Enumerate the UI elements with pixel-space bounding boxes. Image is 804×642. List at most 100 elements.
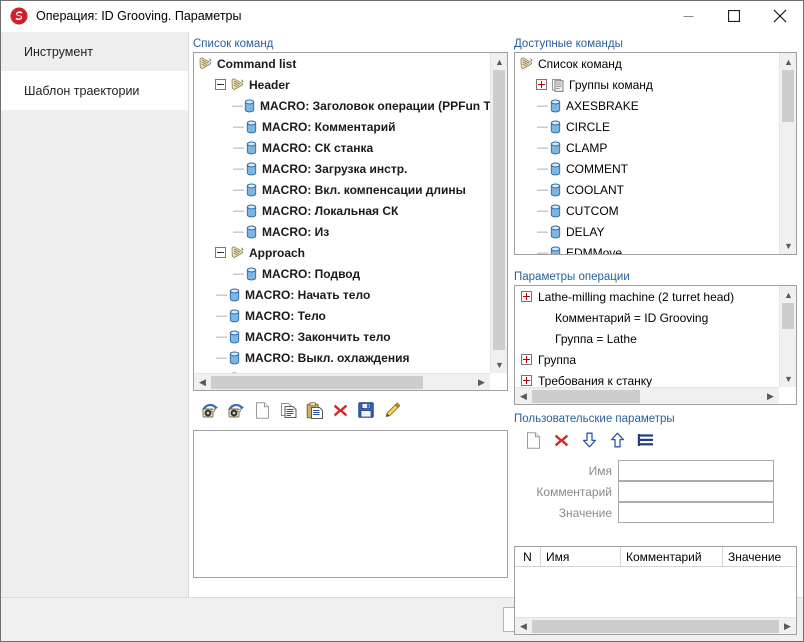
tree-row[interactable]: —MACRO: СК станка: [194, 137, 490, 158]
scroll-right-icon[interactable]: ▶: [779, 618, 796, 635]
list-lines-button[interactable]: [631, 428, 659, 452]
scroll-thumb[interactable]: [782, 70, 794, 122]
field-input-name[interactable]: [618, 460, 774, 481]
tree-row[interactable]: —MACRO: Начать тело: [194, 284, 490, 305]
expand-icon[interactable]: [521, 375, 532, 386]
paste-button[interactable]: [301, 398, 327, 422]
scroll-up-icon[interactable]: ▲: [491, 53, 508, 70]
field-input-comment[interactable]: [618, 481, 774, 502]
collapse-icon[interactable]: [215, 79, 226, 90]
scroll-up-icon[interactable]: ▲: [780, 286, 797, 303]
tree-row[interactable]: Lathe-milling machine (2 turret head): [515, 286, 779, 307]
tree-row[interactable]: Header: [194, 74, 490, 95]
hscroll-thumb[interactable]: [211, 376, 423, 389]
grid-column-header[interactable]: Значение: [723, 547, 796, 566]
command-preview-box[interactable]: [193, 430, 508, 578]
copy-button[interactable]: [275, 398, 301, 422]
scroll-down-icon[interactable]: ▼: [491, 356, 508, 373]
scroll-left-icon[interactable]: ◀: [194, 374, 211, 391]
grid-body[interactable]: [515, 567, 796, 617]
tree-row[interactable]: —MACRO: Вкл. компенсации длины: [194, 179, 490, 200]
scroll-thumb[interactable]: [493, 70, 505, 350]
hscroll-track[interactable]: [211, 374, 473, 391]
tree-row[interactable]: —EDMMove: [515, 242, 779, 254]
sidebar-item-instrument[interactable]: Инструмент: [1, 32, 188, 71]
scroll-down-icon[interactable]: ▼: [780, 370, 797, 387]
tree-row[interactable]: Approach: [194, 242, 490, 263]
move-up-arrow-button[interactable]: [603, 428, 631, 452]
delete-red-x-button[interactable]: [547, 428, 575, 452]
tree-row[interactable]: —DELAY: [515, 221, 779, 242]
tree-row[interactable]: Комментарий = ID Grooving: [515, 307, 779, 328]
maximize-button[interactable]: [711, 1, 757, 31]
tree-row[interactable]: —COOLANT: [515, 179, 779, 200]
tree-row[interactable]: —COMMENT: [515, 158, 779, 179]
hscroll-thumb[interactable]: [532, 620, 779, 633]
scroll-left-icon[interactable]: ◀: [515, 618, 532, 635]
tree-row[interactable]: —AXESBRAKE: [515, 95, 779, 116]
hscroll-thumb[interactable]: [532, 390, 640, 403]
available-commands-vscrollbar[interactable]: ▲ ▼: [779, 53, 796, 254]
tree-row[interactable]: Группа: [515, 349, 779, 370]
tree-connector: —: [215, 352, 228, 364]
close-button[interactable]: [757, 1, 803, 31]
tree-row[interactable]: —CUTCOM: [515, 200, 779, 221]
scroll-thumb[interactable]: [782, 303, 794, 329]
scroll-left-icon[interactable]: ◀: [515, 388, 532, 405]
move-down-arrow-icon: [582, 432, 597, 448]
scroll-right-icon[interactable]: ▶: [762, 388, 779, 405]
hscroll-track[interactable]: [532, 388, 762, 405]
command-list-vscrollbar[interactable]: ▲ ▼: [490, 53, 507, 373]
collapse-icon[interactable]: [215, 247, 226, 258]
field-input-value[interactable]: [618, 502, 774, 523]
tree-row[interactable]: —CLAMP: [515, 137, 779, 158]
minimize-icon: [683, 11, 694, 22]
minimize-button[interactable]: [665, 1, 711, 31]
tree-row[interactable]: —MACRO: Комментарий: [194, 116, 490, 137]
scroll-up-icon[interactable]: ▲: [780, 53, 797, 70]
new-document-button[interactable]: [519, 428, 547, 452]
operation-parameters-hscrollbar[interactable]: ◀ ▶: [515, 387, 779, 404]
tree-row[interactable]: —MACRO: Тело: [194, 305, 490, 326]
available-commands-tree[interactable]: Список командГруппы команд—AXESBRAKE—CIR…: [514, 52, 797, 255]
tree-row[interactable]: Список команд: [515, 53, 779, 74]
insert-command-after-button[interactable]: [223, 398, 249, 422]
grid-column-header[interactable]: N: [515, 547, 541, 566]
insert-command-before-button[interactable]: [197, 398, 223, 422]
tree-row[interactable]: —CIRCLE: [515, 116, 779, 137]
tree-row[interactable]: —MACRO: Локальная СК: [194, 200, 490, 221]
grid-column-header[interactable]: Имя: [541, 547, 621, 566]
expand-icon[interactable]: [521, 291, 532, 302]
tree-row[interactable]: —MACRO: Подвод: [194, 263, 490, 284]
user-parameters-grid-hscrollbar[interactable]: ◀ ▶: [515, 617, 796, 634]
grid-column-header[interactable]: Комментарий: [621, 547, 723, 566]
tree-row-label: EDMMove: [566, 246, 622, 255]
edit-pencil-button[interactable]: [379, 398, 405, 422]
tree-row[interactable]: Группа = Lathe: [515, 328, 779, 349]
tree-connector: —: [536, 121, 549, 133]
insert-command-after-icon: [227, 401, 246, 419]
tree-row[interactable]: Требования к станку: [515, 370, 779, 387]
tree-row[interactable]: —MACRO: Из: [194, 221, 490, 242]
save-floppy-button[interactable]: [353, 398, 379, 422]
operation-parameters-tree[interactable]: Lathe-milling machine (2 turret head)Ком…: [514, 285, 797, 405]
tree-row[interactable]: —MACRO: Заголовок операции (PPFun T...: [194, 95, 490, 116]
command-list-tree[interactable]: Command listHeader—MACRO: Заголовок опер…: [193, 52, 508, 391]
scroll-right-icon[interactable]: ▶: [473, 374, 490, 391]
tree-row[interactable]: Command list: [194, 53, 490, 74]
scroll-down-icon[interactable]: ▼: [780, 237, 797, 254]
delete-red-x-button[interactable]: [327, 398, 353, 422]
user-parameters-grid[interactable]: NИмяКомментарийЗначение ◀ ▶: [514, 546, 797, 635]
tree-row[interactable]: —MACRO: Выкл. охлаждения: [194, 347, 490, 368]
sidebar-item-trajectory-template[interactable]: Шаблон траектории: [1, 71, 188, 110]
tree-row[interactable]: Группы команд: [515, 74, 779, 95]
tree-row[interactable]: —MACRO: Загрузка инстр.: [194, 158, 490, 179]
operation-parameters-vscrollbar[interactable]: ▲ ▼: [779, 286, 796, 387]
hscroll-track[interactable]: [532, 618, 779, 635]
new-document-button[interactable]: [249, 398, 275, 422]
expand-icon[interactable]: [536, 79, 547, 90]
expand-icon[interactable]: [521, 354, 532, 365]
move-down-arrow-button[interactable]: [575, 428, 603, 452]
tree-row[interactable]: —MACRO: Закончить тело: [194, 326, 490, 347]
command-list-hscrollbar[interactable]: ◀ ▶: [194, 373, 490, 390]
